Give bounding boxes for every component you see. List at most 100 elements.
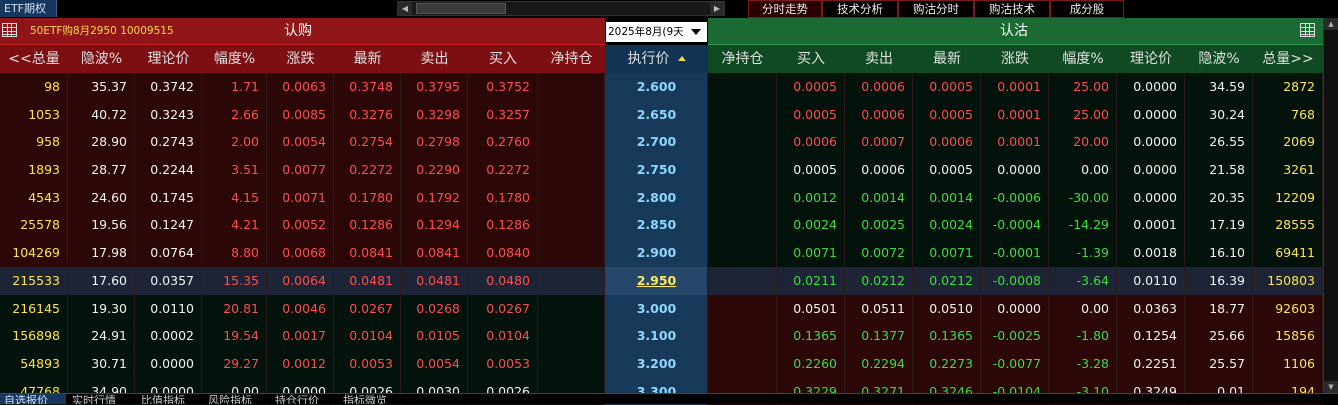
tab-intraday[interactable]: 分时走势 [748,0,822,18]
scroll-up-icon[interactable]: ▲ [1324,18,1338,30]
put-header-theory[interactable]: 理论价 [1117,45,1185,73]
call-change-pct-cell: 2.66 [231,106,259,122]
column-divider [134,73,135,101]
scroll-thumb[interactable] [416,3,506,14]
horizontal-scrollbar[interactable]: ◀ ▶ [397,1,725,16]
table-row[interactable]: 54893 30.71 0.0000 29.27 0.0012 0.0053 0.0054 0… [0,349,1323,378]
put-header-ask[interactable]: 卖出 [845,45,913,73]
strike-header[interactable]: 执行价 [605,45,708,73]
put-change-cell: 0.0000 [997,300,1041,316]
scroll-down-icon[interactable]: ▼ [1324,381,1338,393]
column-divider [333,294,334,323]
table-row[interactable]: 25578 19.56 0.1247 4.21 0.0052 0.1286 0.1294 0.… [0,211,1323,240]
call-grid-icon[interactable] [2,23,17,37]
strike-price-cell[interactable]: 2.750 [605,156,708,184]
column-divider [980,156,981,184]
strike-price-cell[interactable]: 2.900 [605,239,708,267]
put-iv-cell: 18.77 [1209,300,1245,316]
put-change-pct-cell: -30.00 [1068,189,1109,205]
column-divider [707,100,708,129]
put-bid-cell: 0.0005 [793,162,837,178]
call-ask-cell: 0.3298 [416,106,460,122]
put-header-volume[interactable]: 总量>> [1253,45,1323,73]
table-row[interactable]: 1893 28.77 0.2244 3.51 0.0077 0.2272 0.2290 0.2… [0,156,1323,184]
tab-constituents[interactable]: 成分股 [1050,0,1124,18]
call-last-cell: 0.0841 [349,245,393,261]
strike-price-cell[interactable]: 2.950 [605,267,708,295]
call-change-pct-cell: 4.21 [231,217,259,233]
call-bid-cell: 0.0053 [486,355,530,371]
strike-price-cell[interactable]: 2.650 [605,101,708,129]
put-header-bid[interactable]: 买入 [777,45,845,73]
tab-callput-intraday[interactable]: 购沽分时 [898,0,974,18]
call-header-volume[interactable]: <<总量 [0,45,68,73]
call-header-bid[interactable]: 买入 [468,45,538,73]
call-header-iv[interactable]: 隐波% [68,45,135,73]
etf-options-tab[interactable]: ETF期权 [0,0,57,17]
call-change-pct-cell: 4.15 [231,189,259,205]
scroll-left-icon[interactable]: ◀ [398,2,412,15]
column-divider [707,266,708,295]
table-row[interactable]: 1053 40.72 0.3243 2.66 0.0085 0.3276 0.3298 0.3… [0,100,1323,129]
column-divider [980,73,981,101]
put-header-net-position[interactable]: 净持仓 [708,45,777,73]
table-row[interactable]: 4543 24.60 0.1745 4.15 0.0071 0.1780 0.1792 0.1… [0,183,1323,212]
call-ask-cell: 0.1792 [416,189,460,205]
put-volume-cell: 3261 [1283,162,1315,178]
table-row[interactable]: 104269 17.98 0.0764 8.80 0.0068 0.0841 0.0841 0… [0,239,1323,267]
call-volume-cell: 216145 [12,300,60,316]
strike-price-cell[interactable]: 2.700 [605,128,708,156]
put-last-cell: 0.0005 [929,162,973,178]
call-contract-code: 50ETF购8月2950 10009515 [30,25,174,37]
expiry-date-select[interactable]: 2025年8月(9天 [606,22,707,42]
table-row[interactable]: 958 28.90 0.2743 2.00 0.0054 0.2754 0.2798 0.27… [0,128,1323,157]
tab-callput-technical[interactable]: 购沽技术 [974,0,1050,18]
strike-price-cell[interactable]: 2.800 [605,184,708,212]
table-row[interactable]: 156898 24.91 0.0002 19.54 0.0017 0.0104 0.0105… [0,322,1323,350]
strike-price-cell[interactable]: 3.000 [605,295,708,323]
table-row[interactable]: 98 35.37 0.3742 1.71 0.0063 0.3748 0.3795 0.375… [0,73,1323,101]
call-header-change-pct[interactable]: 幅度% [202,45,267,73]
strike-price-cell[interactable]: 2.850 [605,211,708,239]
call-header-net-position[interactable]: 净持仓 [538,45,605,73]
call-change-cell: 0.0064 [282,272,326,288]
call-header-last[interactable]: 最新 [334,45,401,73]
put-header-iv-label: 隐波% [1198,51,1240,67]
column-divider [980,349,981,378]
put-last-cell: 0.0212 [929,272,973,288]
put-theory-cell: 0.0000 [1133,134,1177,150]
call-header-ask[interactable]: 卖出 [401,45,468,73]
strike-price-cell[interactable]: 3.100 [605,322,708,350]
call-iv-cell: 40.72 [91,106,127,122]
chevron-down-icon [691,29,701,35]
put-last-cell: 0.0006 [929,134,973,150]
column-divider [1252,128,1253,157]
table-row[interactable]: 216145 19.30 0.0110 20.81 0.0046 0.0267 0.0268… [0,294,1323,323]
column-divider [604,73,605,101]
column-divider [776,266,777,295]
call-volume-cell: 4543 [28,189,60,205]
put-grid-icon[interactable] [1300,23,1315,37]
scroll-right-icon[interactable]: ▶ [710,2,724,15]
put-header-change-pct[interactable]: 幅度% [1049,45,1117,73]
tab-technical[interactable]: 技术分析 [822,0,898,18]
put-header-change[interactable]: 涨跌 [981,45,1049,73]
put-header-iv[interactable]: 隐波% [1185,45,1253,73]
vertical-scrollbar[interactable]: ▲ ▼ [1323,18,1338,393]
put-header-net-position-label: 净持仓 [721,51,764,67]
strike-price-cell[interactable]: 2.600 [605,73,708,101]
call-ask-cell: 0.1294 [416,217,460,233]
put-header-last[interactable]: 最新 [913,45,981,73]
column-divider [1116,349,1117,378]
strike-price-cell[interactable]: 3.200 [605,350,708,378]
put-net-position-cell [708,350,777,378]
call-header-theory[interactable]: 理论价 [135,45,202,73]
put-last-cell: 0.0014 [929,189,973,205]
column-divider [1184,349,1185,378]
call-last-cell: 0.3748 [349,79,393,94]
column-divider [537,183,538,212]
column-divider [604,322,605,350]
call-header-change[interactable]: 涨跌 [267,45,334,73]
table-row[interactable]: 215533 17.60 0.0357 15.35 0.0064 0.0481 0.0481… [0,266,1323,295]
call-header-theory-label: 理论价 [147,51,190,67]
